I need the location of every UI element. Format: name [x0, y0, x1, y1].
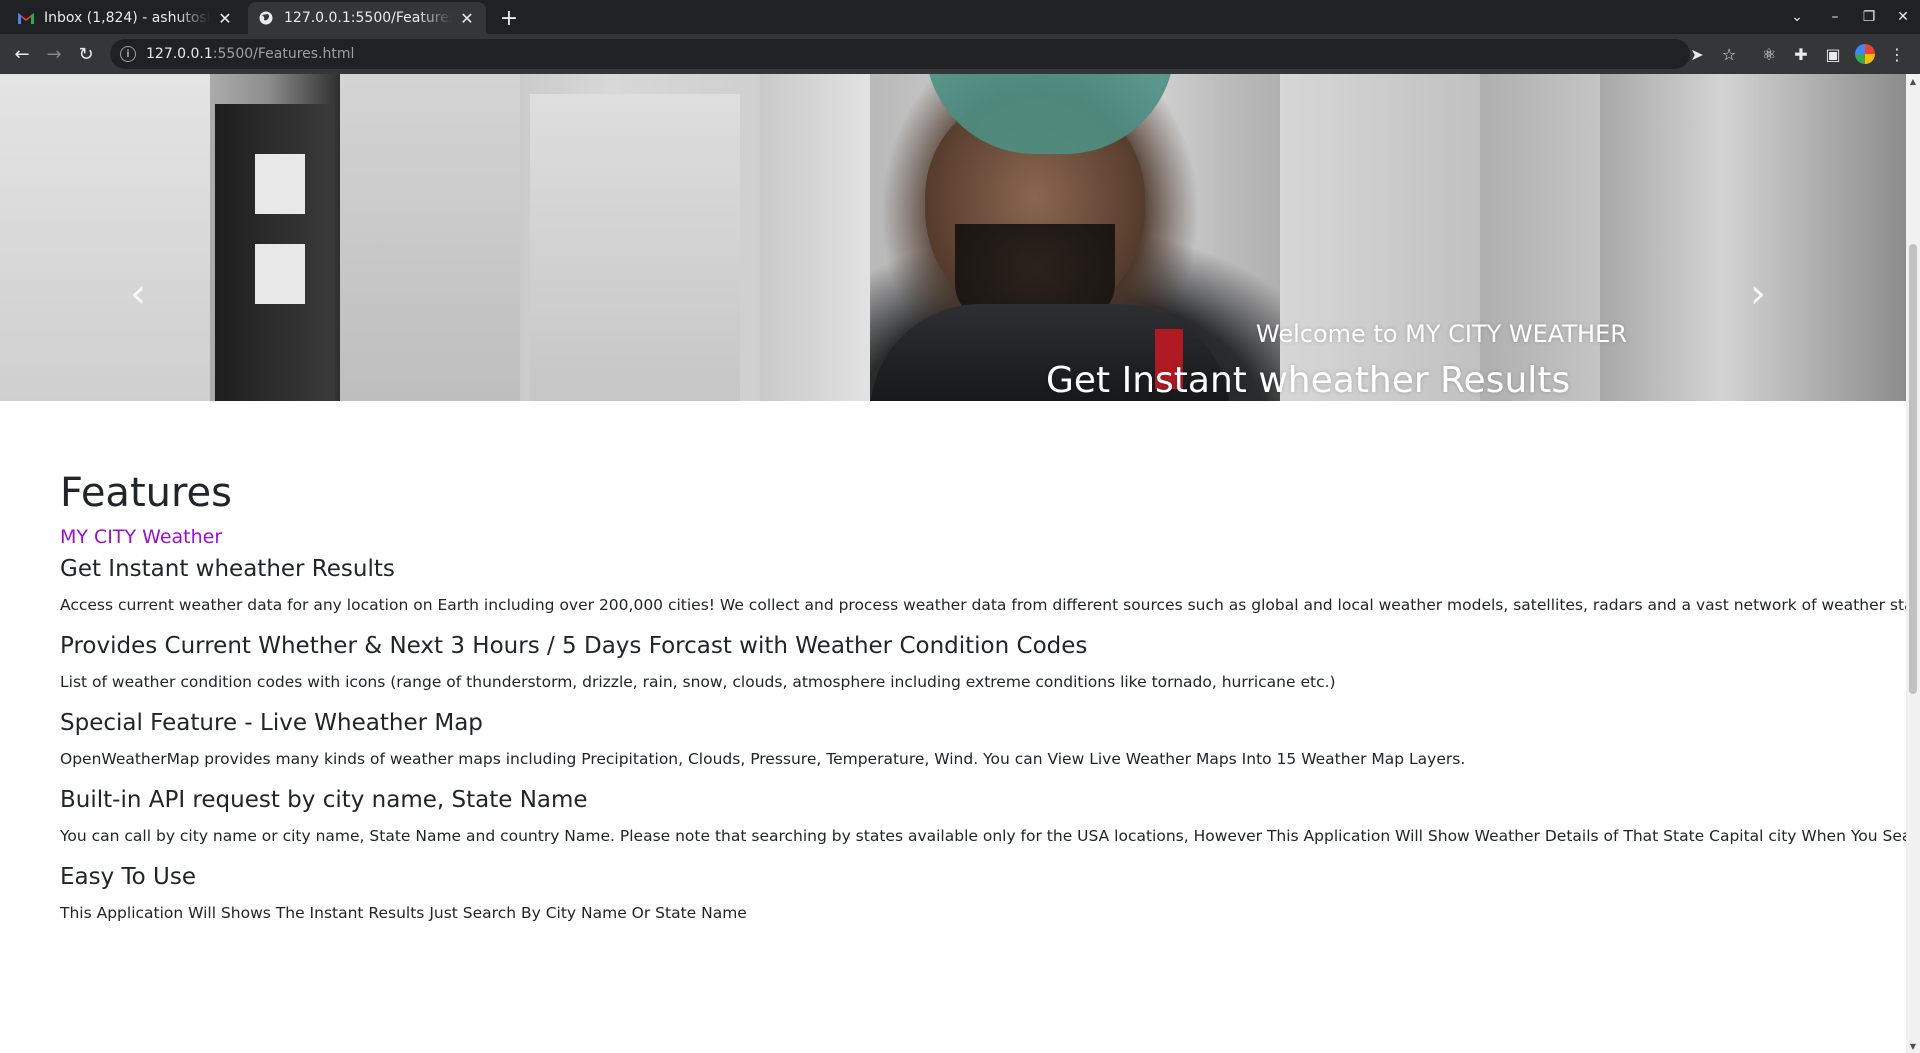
menu-icon[interactable]: ⋮	[1884, 41, 1910, 67]
url-host: 127.0.0.1	[146, 46, 213, 62]
address-bar[interactable]: i 127.0.0.1:5500/Features.html	[110, 39, 1690, 69]
tab-gmail[interactable]: Inbox (1,824) - ashutosh.s ✕	[8, 2, 244, 34]
url-path: :5500/Features.html	[212, 46, 355, 62]
tab-features[interactable]: 127.0.0.1:5500/Features.h ✕	[248, 2, 486, 34]
reload-icon[interactable]: ↻	[72, 40, 100, 68]
globe-icon	[258, 10, 274, 26]
scroll-up-icon[interactable]: ▲	[1906, 74, 1920, 88]
react-devtools-icon[interactable]: ⚛	[1756, 41, 1782, 67]
browser-toolbar: ← → ↻ i 127.0.0.1:5500/Features.html ➤ ☆…	[0, 34, 1920, 74]
feature-title: Provides Current Whether & Next 3 Hours …	[60, 633, 1088, 659]
profile-avatar[interactable]	[1852, 41, 1878, 67]
close-window-icon[interactable]: ✕	[1886, 0, 1920, 34]
tab-title: Inbox (1,824) - ashutosh.s	[44, 10, 210, 26]
page-scrollbar[interactable]: ▲ ▼	[1906, 74, 1920, 1053]
chevron-left-icon[interactable]: ‹	[130, 274, 146, 314]
carousel-caption-subtitle: Welcome to MY CITY WEATHER	[1256, 320, 1627, 348]
feature-text: List of weather condition codes with ico…	[60, 673, 1336, 691]
restore-icon[interactable]: ❐	[1852, 0, 1886, 34]
page-viewport: ‹ › Welcome to MY CITY WEATHER Get Insta…	[0, 74, 1906, 1053]
feature-title: Get Instant wheather Results	[60, 556, 395, 582]
site-subtitle: MY CITY Weather	[60, 526, 223, 548]
send-icon[interactable]: ➤	[1684, 41, 1710, 67]
page-title: Features	[60, 470, 232, 516]
extensions-icon[interactable]: ✚	[1788, 41, 1814, 67]
tab-search-icon[interactable]: ⌄	[1780, 0, 1814, 34]
feature-text: Access current weather data for any loca…	[60, 596, 1906, 614]
tab-title: 127.0.0.1:5500/Features.h	[284, 10, 452, 26]
feature-title: Built-in API request by city name, State…	[60, 787, 588, 813]
feature-text: This Application Will Shows The Instant …	[60, 904, 747, 922]
close-tab-icon[interactable]: ✕	[458, 9, 476, 28]
bookmark-star-icon[interactable]: ☆	[1716, 41, 1742, 67]
new-tab-button[interactable]: +	[496, 5, 522, 31]
gmail-icon	[18, 10, 34, 26]
tab-strip: Inbox (1,824) - ashutosh.s ✕ 127.0.0.1:5…	[0, 0, 1920, 34]
close-tab-icon[interactable]: ✕	[216, 9, 234, 28]
scrollbar-thumb[interactable]	[1909, 244, 1917, 694]
minimize-icon[interactable]: –	[1818, 0, 1852, 34]
site-info-icon[interactable]: i	[120, 46, 136, 62]
forward-icon[interactable]: →	[40, 40, 68, 68]
scroll-down-icon[interactable]: ▼	[1906, 1039, 1920, 1053]
back-icon[interactable]: ←	[8, 40, 36, 68]
feature-text: You can call by city name or city name, …	[60, 827, 1906, 845]
feature-text: OpenWeatherMap provides many kinds of we…	[60, 750, 1466, 768]
carousel-caption-title: Get Instant wheather Results	[1046, 360, 1571, 401]
side-panel-icon[interactable]: ▣	[1820, 41, 1846, 67]
chevron-right-icon[interactable]: ›	[1750, 274, 1766, 314]
hero-carousel: ‹ › Welcome to MY CITY WEATHER Get Insta…	[0, 74, 1906, 401]
feature-title: Easy To Use	[60, 864, 197, 890]
feature-title: Special Feature - Live Wheather Map	[60, 710, 483, 736]
